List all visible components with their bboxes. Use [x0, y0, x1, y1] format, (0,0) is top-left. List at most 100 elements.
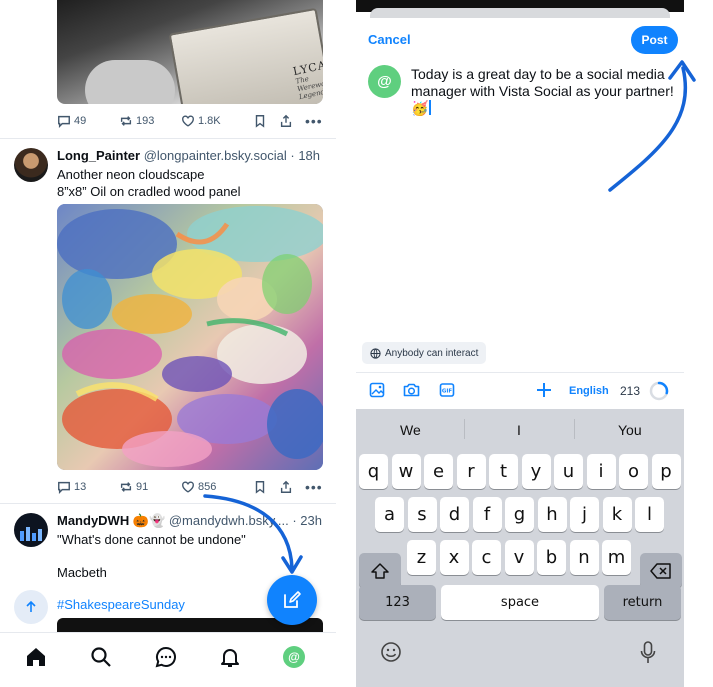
key-k[interactable]: k — [602, 497, 632, 532]
hand-shape — [85, 60, 175, 104]
space-key[interactable]: space — [441, 585, 599, 620]
key-a[interactable]: a — [375, 497, 404, 532]
heart-icon — [182, 115, 194, 127]
home-icon[interactable] — [24, 645, 48, 669]
avatar[interactable] — [14, 148, 48, 182]
share-button[interactable] — [279, 478, 293, 496]
painting-artwork — [57, 204, 323, 470]
more-options-icon[interactable]: ••• — [305, 478, 323, 496]
reply-button[interactable]: 13 — [57, 478, 86, 496]
bookmark-button[interactable] — [253, 112, 267, 130]
like-button[interactable]: 856 — [181, 478, 216, 496]
repost-icon — [120, 482, 132, 492]
key-x[interactable]: x — [439, 540, 469, 575]
post-time: · 23h — [292, 513, 322, 528]
emoji-icon[interactable] — [380, 641, 402, 668]
key-j[interactable]: j — [570, 497, 599, 532]
suggestion-2[interactable]: I — [517, 422, 521, 438]
camera-icon[interactable] — [403, 382, 420, 403]
post-button[interactable]: Post — [631, 26, 678, 54]
chat-icon[interactable] — [154, 645, 178, 669]
feed-panel: LYCANTHROPY The Werewolf Legend 49 193 1… — [0, 0, 336, 687]
language-selector[interactable]: English — [569, 385, 609, 397]
suggestion-1[interactable]: We — [400, 422, 421, 438]
author-name[interactable]: Long_Painter — [57, 148, 140, 163]
interaction-settings-button[interactable]: Anybody can interact — [362, 342, 487, 364]
author-name[interactable]: MandyDWH — [57, 513, 129, 528]
shift-key[interactable] — [359, 553, 401, 588]
key-l[interactable]: l — [635, 497, 664, 532]
key-q[interactable]: q — [359, 454, 388, 489]
image-icon[interactable] — [369, 382, 385, 403]
return-key[interactable]: return — [604, 585, 681, 620]
cancel-button[interactable]: Cancel — [368, 32, 411, 47]
key-f[interactable]: f — [472, 497, 502, 532]
post-time: · 18h — [290, 148, 321, 163]
reply-button[interactable]: 49 — [57, 112, 86, 130]
key-g[interactable]: g — [505, 497, 534, 532]
repost-button[interactable]: 193 — [119, 112, 154, 130]
microphone-icon[interactable] — [640, 641, 656, 670]
share-button[interactable] — [279, 112, 293, 130]
composer-panel: Cancel Post @ Today is a great day to be… — [356, 0, 684, 687]
author-emojis: 🎃👻 — [132, 513, 166, 528]
author-handle[interactable]: @mandydwh.bsky.... — [169, 513, 289, 528]
compose-text-field[interactable]: Today is a great day to be a social medi… — [411, 66, 676, 117]
avatar-art — [20, 527, 42, 541]
suggestion-bar: We I You — [356, 409, 684, 449]
compose-icon — [284, 591, 301, 608]
key-h[interactable]: h — [537, 497, 567, 532]
key-y[interactable]: y — [521, 454, 551, 489]
profile-icon[interactable]: @ — [282, 645, 306, 669]
backspace-key[interactable] — [640, 553, 682, 588]
share-icon — [280, 114, 292, 127]
key-w[interactable]: w — [391, 454, 421, 489]
reply-count: 49 — [74, 115, 87, 127]
post-image-painting[interactable] — [57, 204, 323, 470]
key-n[interactable]: n — [569, 540, 599, 575]
add-thread-icon[interactable] — [535, 381, 553, 404]
key-e[interactable]: e — [424, 454, 453, 489]
key-s[interactable]: s — [407, 497, 437, 532]
numbers-key[interactable]: 123 — [359, 585, 436, 620]
key-i[interactable]: i — [586, 454, 616, 489]
post-header: MandyDWH 🎃👻 @mandydwh.bsky.... · 23h — [57, 513, 322, 529]
key-z[interactable]: z — [407, 540, 436, 575]
key-t[interactable]: t — [489, 454, 518, 489]
bell-icon[interactable] — [218, 645, 242, 669]
post-image-book[interactable]: LYCANTHROPY The Werewolf Legend — [57, 0, 323, 104]
key-d[interactable]: d — [440, 497, 469, 532]
key-o[interactable]: o — [619, 454, 648, 489]
key-u[interactable]: u — [554, 454, 583, 489]
compose-button[interactable] — [267, 575, 317, 625]
author-handle[interactable]: @longpainter.bsky.social — [144, 148, 287, 163]
profile-avatar: @ — [283, 646, 305, 668]
gif-icon[interactable]: GIF — [439, 382, 455, 403]
bookmark-button[interactable] — [253, 478, 267, 496]
scroll-to-top-button[interactable] — [14, 590, 48, 624]
repost-count: 91 — [136, 481, 149, 493]
suggestion-3[interactable]: You — [618, 422, 642, 438]
key-b[interactable]: b — [537, 540, 566, 575]
text-caret — [429, 100, 431, 115]
keyboard: We I You 123 space return qwertyuiop asdf… — [356, 409, 684, 687]
post-text: Another neon cloudscape 8”x8” Oil on cra… — [57, 166, 241, 200]
like-count: 1.8K — [198, 115, 221, 127]
key-p[interactable]: p — [651, 454, 681, 489]
post-text-line: Another neon cloudscape — [57, 167, 205, 182]
key-r[interactable]: r — [456, 454, 486, 489]
like-button[interactable]: 1.8K — [181, 112, 221, 130]
hashtag-link[interactable]: #ShakespeareSunday — [57, 596, 246, 613]
share-icon — [280, 480, 292, 493]
repost-button[interactable]: 91 — [119, 478, 148, 496]
key-c[interactable]: c — [472, 540, 501, 575]
divider — [574, 419, 575, 439]
key-m[interactable]: m — [602, 540, 631, 575]
search-icon[interactable] — [89, 645, 113, 669]
key-v[interactable]: v — [504, 540, 534, 575]
avatar[interactable] — [14, 513, 48, 547]
divider — [464, 419, 465, 439]
bookmark-icon — [255, 115, 265, 128]
more-options-icon[interactable]: ••• — [305, 112, 323, 130]
